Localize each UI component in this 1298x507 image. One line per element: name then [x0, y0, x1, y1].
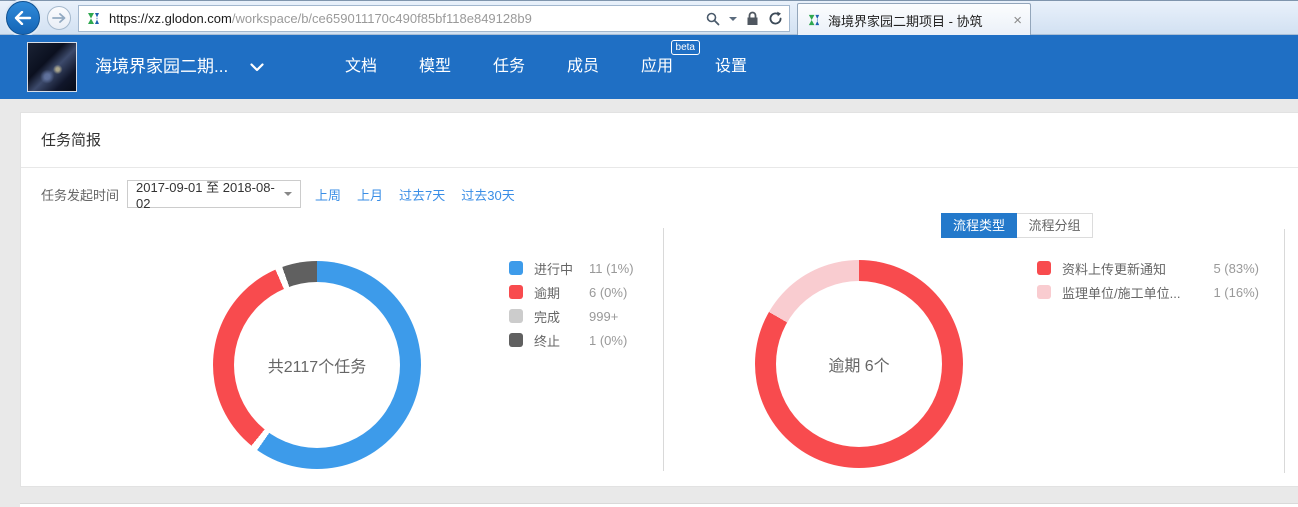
link-past-30-days[interactable]: 过去30天: [461, 185, 514, 204]
chevron-down-icon[interactable]: [250, 63, 264, 72]
tab-title: 海境界家园二期项目 - 协筑: [828, 11, 1007, 30]
tab-flow-type[interactable]: 流程类型: [941, 213, 1017, 238]
overdue-flow-donut-chart: 逾期 6个: [755, 260, 963, 468]
task-status-donut-chart: 共2117个任务: [213, 261, 421, 469]
url-host: https://xz.glodon.com: [109, 11, 232, 26]
legend-item-supervisor-unit[interactable]: 监理单位/施工单位... 1 (16%): [1037, 280, 1259, 304]
refresh-icon[interactable]: [768, 11, 783, 26]
flow-tabs: 流程类型 流程分组: [941, 213, 1093, 238]
nav-item-tasks[interactable]: 任务: [472, 35, 546, 99]
page-title: 任务简报: [21, 113, 1298, 168]
done-swatch-icon: [509, 309, 523, 323]
nav-item-apps[interactable]: 应用 beta: [620, 35, 694, 99]
overdue-total-label: 逾期 6个: [828, 352, 889, 376]
filter-label: 任务发起时间: [41, 185, 119, 204]
legend-scrollbar[interactable]: [1284, 229, 1285, 473]
supervisor-unit-swatch-icon: [1037, 285, 1051, 299]
tab-flow-group[interactable]: 流程分组: [1017, 213, 1093, 238]
project-name[interactable]: 海境界家园二期...: [95, 35, 228, 99]
tab-close-icon[interactable]: ×: [1013, 13, 1022, 28]
browser-chrome: https://xz.glodon.com/workspace/b/ce6590…: [0, 0, 1298, 35]
legend-item-terminated[interactable]: 终止 1 (0%): [509, 328, 634, 352]
tab-favicon-icon: [806, 12, 822, 28]
task-status-legend: 进行中 11 (1%) 逾期 6 (0%) 完成 999+ 终止 1 (0%): [509, 256, 634, 352]
terminated-swatch-icon: [509, 333, 523, 347]
upload-notice-swatch-icon: [1037, 261, 1051, 275]
nav-item-docs[interactable]: 文档: [324, 35, 398, 99]
project-navbar: 海境界家园二期... 文档 模型 任务 成员 应用 beta 设置: [0, 35, 1298, 99]
task-total-label: 共2117个任务: [268, 353, 366, 377]
search-icon[interactable]: [706, 12, 720, 26]
back-button[interactable]: [6, 1, 40, 35]
legend-item-upload-notice[interactable]: 资料上传更新通知 5 (83%): [1037, 256, 1259, 280]
nav-item-settings[interactable]: 设置: [694, 35, 768, 99]
legend-item-done[interactable]: 完成 999+: [509, 304, 634, 328]
select-caret-icon: [284, 192, 292, 196]
site-favicon-icon: [85, 10, 102, 27]
project-thumbnail[interactable]: [27, 42, 77, 92]
url-path: /workspace/b/ce659011170c490f85bf118e849…: [232, 11, 532, 26]
link-last-week[interactable]: 上周: [315, 185, 341, 204]
task-filter-row: 任务发起时间 2017-09-01 至 2018-08-02 上周 上月 过去7…: [41, 180, 531, 208]
legend-item-overdue[interactable]: 逾期 6 (0%): [509, 280, 634, 304]
forward-button[interactable]: [47, 6, 71, 30]
date-range-value: 2017-09-01 至 2018-08-02: [136, 177, 284, 211]
address-bar[interactable]: https://xz.glodon.com/workspace/b/ce6590…: [78, 5, 790, 32]
legend-item-inprogress[interactable]: 进行中 11 (1%): [509, 256, 634, 280]
inprogress-swatch-icon: [509, 261, 523, 275]
nav-item-model[interactable]: 模型: [398, 35, 472, 99]
url-text: https://xz.glodon.com/workspace/b/ce6590…: [109, 11, 532, 26]
quick-range-links: 上周 上月 过去7天 过去30天: [315, 185, 531, 204]
link-last-month[interactable]: 上月: [357, 185, 383, 204]
link-past-7-days[interactable]: 过去7天: [399, 185, 445, 204]
panel-divider: [663, 228, 664, 471]
overdue-swatch-icon: [509, 285, 523, 299]
nav-menu: 文档 模型 任务 成员 应用 beta 设置: [324, 35, 768, 99]
next-section-card: [20, 503, 1298, 507]
lock-icon: [746, 11, 759, 26]
date-range-select[interactable]: 2017-09-01 至 2018-08-02: [127, 180, 301, 208]
nav-item-members[interactable]: 成员: [546, 35, 620, 99]
task-briefing-panel: 任务简报 任务发起时间 2017-09-01 至 2018-08-02 上周 上…: [20, 112, 1298, 487]
search-dropdown-caret-icon[interactable]: [729, 17, 737, 21]
overdue-flow-legend: 资料上传更新通知 5 (83%) 监理单位/施工单位... 1 (16%): [1037, 256, 1259, 304]
browser-tab[interactable]: 海境界家园二期项目 - 协筑 ×: [797, 3, 1031, 36]
